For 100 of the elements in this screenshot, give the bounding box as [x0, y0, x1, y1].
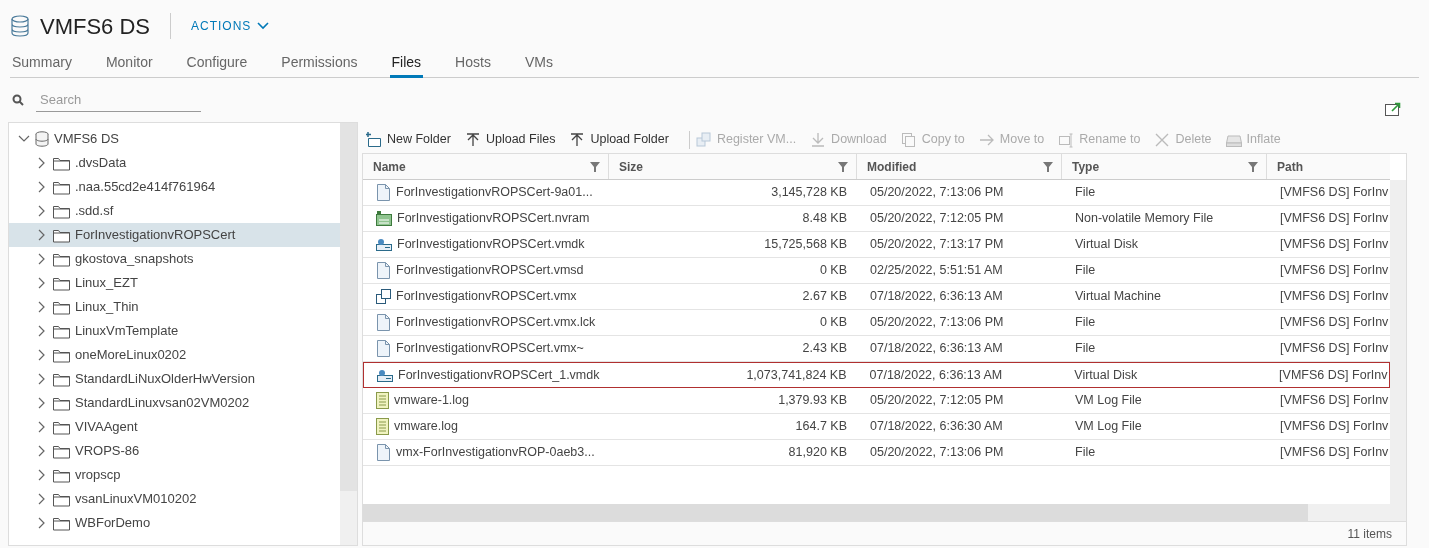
document-icon: [376, 184, 391, 201]
table-cell-text: ForInvestigationvROPSCert.vmx~: [396, 340, 584, 358]
tree-item[interactable]: vropscp: [9, 463, 340, 487]
tree-item[interactable]: LinuxVmTemplate: [9, 319, 340, 343]
folder-icon: [53, 419, 70, 435]
close-icon: [1154, 131, 1171, 148]
table-cell-text: ForInvestigationvROPSCert-9a01...: [396, 184, 593, 202]
table-cell-text: vmware-1.log: [394, 392, 470, 410]
table-cell-text: 05/20/2022, 7:13:06 PM: [870, 444, 1004, 462]
tree-item[interactable]: Linux_EZT: [9, 271, 340, 295]
table-cell-text: 05/20/2022, 7:12:05 PM: [870, 210, 1004, 228]
table-cell-text: 07/18/2022, 6:36:13 AM: [870, 288, 1003, 306]
toolbar-button[interactable]: New Folder: [366, 130, 451, 149]
tree-item[interactable]: WBForDemo: [9, 511, 340, 535]
virtual-disk-icon: [377, 368, 393, 382]
toolbar-button[interactable]: Upload Files: [464, 130, 556, 149]
table-cell-text: 0 KB: [819, 262, 847, 280]
table-cell-text: 2.43 KB: [802, 340, 847, 358]
search-field[interactable]: Search: [12, 87, 201, 113]
table-cell-text: ForInvestigationvROPSCert.vmsd: [396, 262, 584, 280]
tree-item[interactable]: VROPS-86: [9, 439, 340, 463]
table-cell-text: ForInvestigationvROPSCert_1.vmdk: [398, 366, 600, 384]
database-icon: [10, 15, 30, 37]
table-cell-text: [VMFS6 DS] ForInv: [1280, 210, 1389, 228]
table-cell-text: Virtual Machine: [1075, 288, 1161, 306]
tab[interactable]: Summary: [10, 50, 74, 78]
tree-item[interactable]: Linux_Thin: [9, 295, 340, 319]
tree-item[interactable]: StandardLinuxvsan02VM0202: [9, 391, 340, 415]
column-header[interactable]: Type: [1062, 154, 1267, 179]
folder-icon: [53, 395, 70, 411]
table-cell-text: ForInvestigationvROPSCert.vmx: [396, 288, 577, 306]
tree-item[interactable]: VMFS6 DS: [9, 127, 340, 151]
filter-icon[interactable]: [590, 161, 600, 172]
table-cell-text: File: [1075, 184, 1096, 202]
filter-icon[interactable]: [1043, 161, 1053, 172]
tree-item[interactable]: oneMoreLinux0202: [9, 343, 340, 367]
new-folder-icon: [366, 131, 382, 148]
filter-icon[interactable]: [1248, 161, 1258, 172]
log-file-icon: [376, 392, 389, 409]
tree-item[interactable]: .sdd.sf: [9, 199, 340, 223]
item-count: 11 items: [1347, 525, 1392, 543]
tree-item[interactable]: .dvsData: [9, 151, 340, 175]
table-cell-text: 07/18/2022, 6:36:13 AM: [870, 340, 1003, 358]
export-icon[interactable]: [1385, 102, 1401, 116]
tree-item[interactable]: VIVAAgent: [9, 415, 340, 439]
table-cell-text: 81,920 KB: [788, 444, 847, 462]
table-cell-text: 164.7 KB: [795, 418, 847, 436]
table-cell-text: VM Log File: [1075, 418, 1142, 436]
column-header[interactable]: Name: [363, 154, 609, 179]
virtual-machine-icon: [376, 289, 391, 304]
scrollbar[interactable]: [340, 123, 357, 545]
tab[interactable]: VMs: [522, 50, 555, 78]
table-cell-text: [VMFS6 DS] ForInv: [1280, 314, 1389, 332]
rename-icon: [1058, 131, 1075, 148]
table-cell-text: 05/20/2022, 7:13:06 PM: [870, 314, 1004, 332]
actions-menu[interactable]: ACTIONS: [191, 17, 270, 35]
tree-item[interactable]: vsanLinuxVM010202: [9, 487, 340, 511]
vertical-scrollbar[interactable]: [1390, 180, 1406, 521]
folder-icon: [53, 443, 70, 459]
tree-item[interactable]: .naa.55cd2e414f761964: [9, 175, 340, 199]
table-cell-text: Virtual Disk: [1074, 366, 1138, 384]
tree-item[interactable]: ForInvestigationvROPSCert: [9, 223, 340, 247]
copy-icon: [900, 131, 917, 148]
column-header[interactable]: Modified: [857, 154, 1062, 179]
tab[interactable]: Permissions: [279, 50, 360, 78]
log-file-icon: [376, 418, 389, 435]
virtual-disk-icon: [376, 238, 392, 251]
folder-icon: [53, 251, 70, 267]
tree-item[interactable]: StandardLiNuxOlderHwVersion: [9, 367, 340, 391]
tab[interactable]: Files: [389, 50, 424, 78]
table-cell-text: File: [1075, 262, 1096, 280]
document-icon: [376, 262, 391, 279]
table-cell-text: 3,145,728 KB: [771, 184, 847, 202]
column-header[interactable]: Size: [609, 154, 857, 179]
folder-icon: [53, 371, 70, 387]
folder-icon: [53, 323, 70, 339]
table-cell-text: [VMFS6 DS] ForInv: [1280, 340, 1389, 358]
folder-icon: [53, 515, 70, 531]
tab[interactable]: Configure: [184, 50, 250, 78]
table-cell-text: 1,379.93 KB: [778, 392, 847, 410]
table-cell-text: Virtual Disk: [1075, 236, 1138, 254]
table-cell-text: ForInvestigationvROPSCert.vmx.lck: [396, 314, 596, 332]
table-cell-text: [VMFS6 DS] ForInv: [1280, 418, 1389, 436]
search-icon: [12, 94, 24, 106]
table-cell-text: 05/20/2022, 7:13:17 PM: [870, 236, 1004, 254]
page-title: VMFS6 DS: [40, 12, 151, 41]
filter-icon[interactable]: [838, 161, 848, 172]
folder-icon: [53, 347, 70, 363]
folder-icon: [53, 155, 70, 171]
column-header[interactable]: Path: [1267, 154, 1390, 179]
tab[interactable]: Hosts: [453, 50, 493, 78]
table-cell-text: vmx-ForInvestigationvROP-0aeb3...: [396, 444, 595, 462]
tab[interactable]: Monitor: [103, 50, 155, 78]
folder-icon: [53, 491, 70, 507]
table-cell-text: [VMFS6 DS] ForInv: [1279, 366, 1388, 384]
horizontal-scrollbar[interactable]: [363, 504, 1390, 521]
table-cell-text: Non-volatile Memory File: [1075, 210, 1214, 228]
toolbar-button[interactable]: Upload Folder: [569, 130, 669, 149]
tree-item[interactable]: gkostova_snapshots: [9, 247, 340, 271]
table-cell-text: [VMFS6 DS] ForInv: [1280, 444, 1389, 462]
